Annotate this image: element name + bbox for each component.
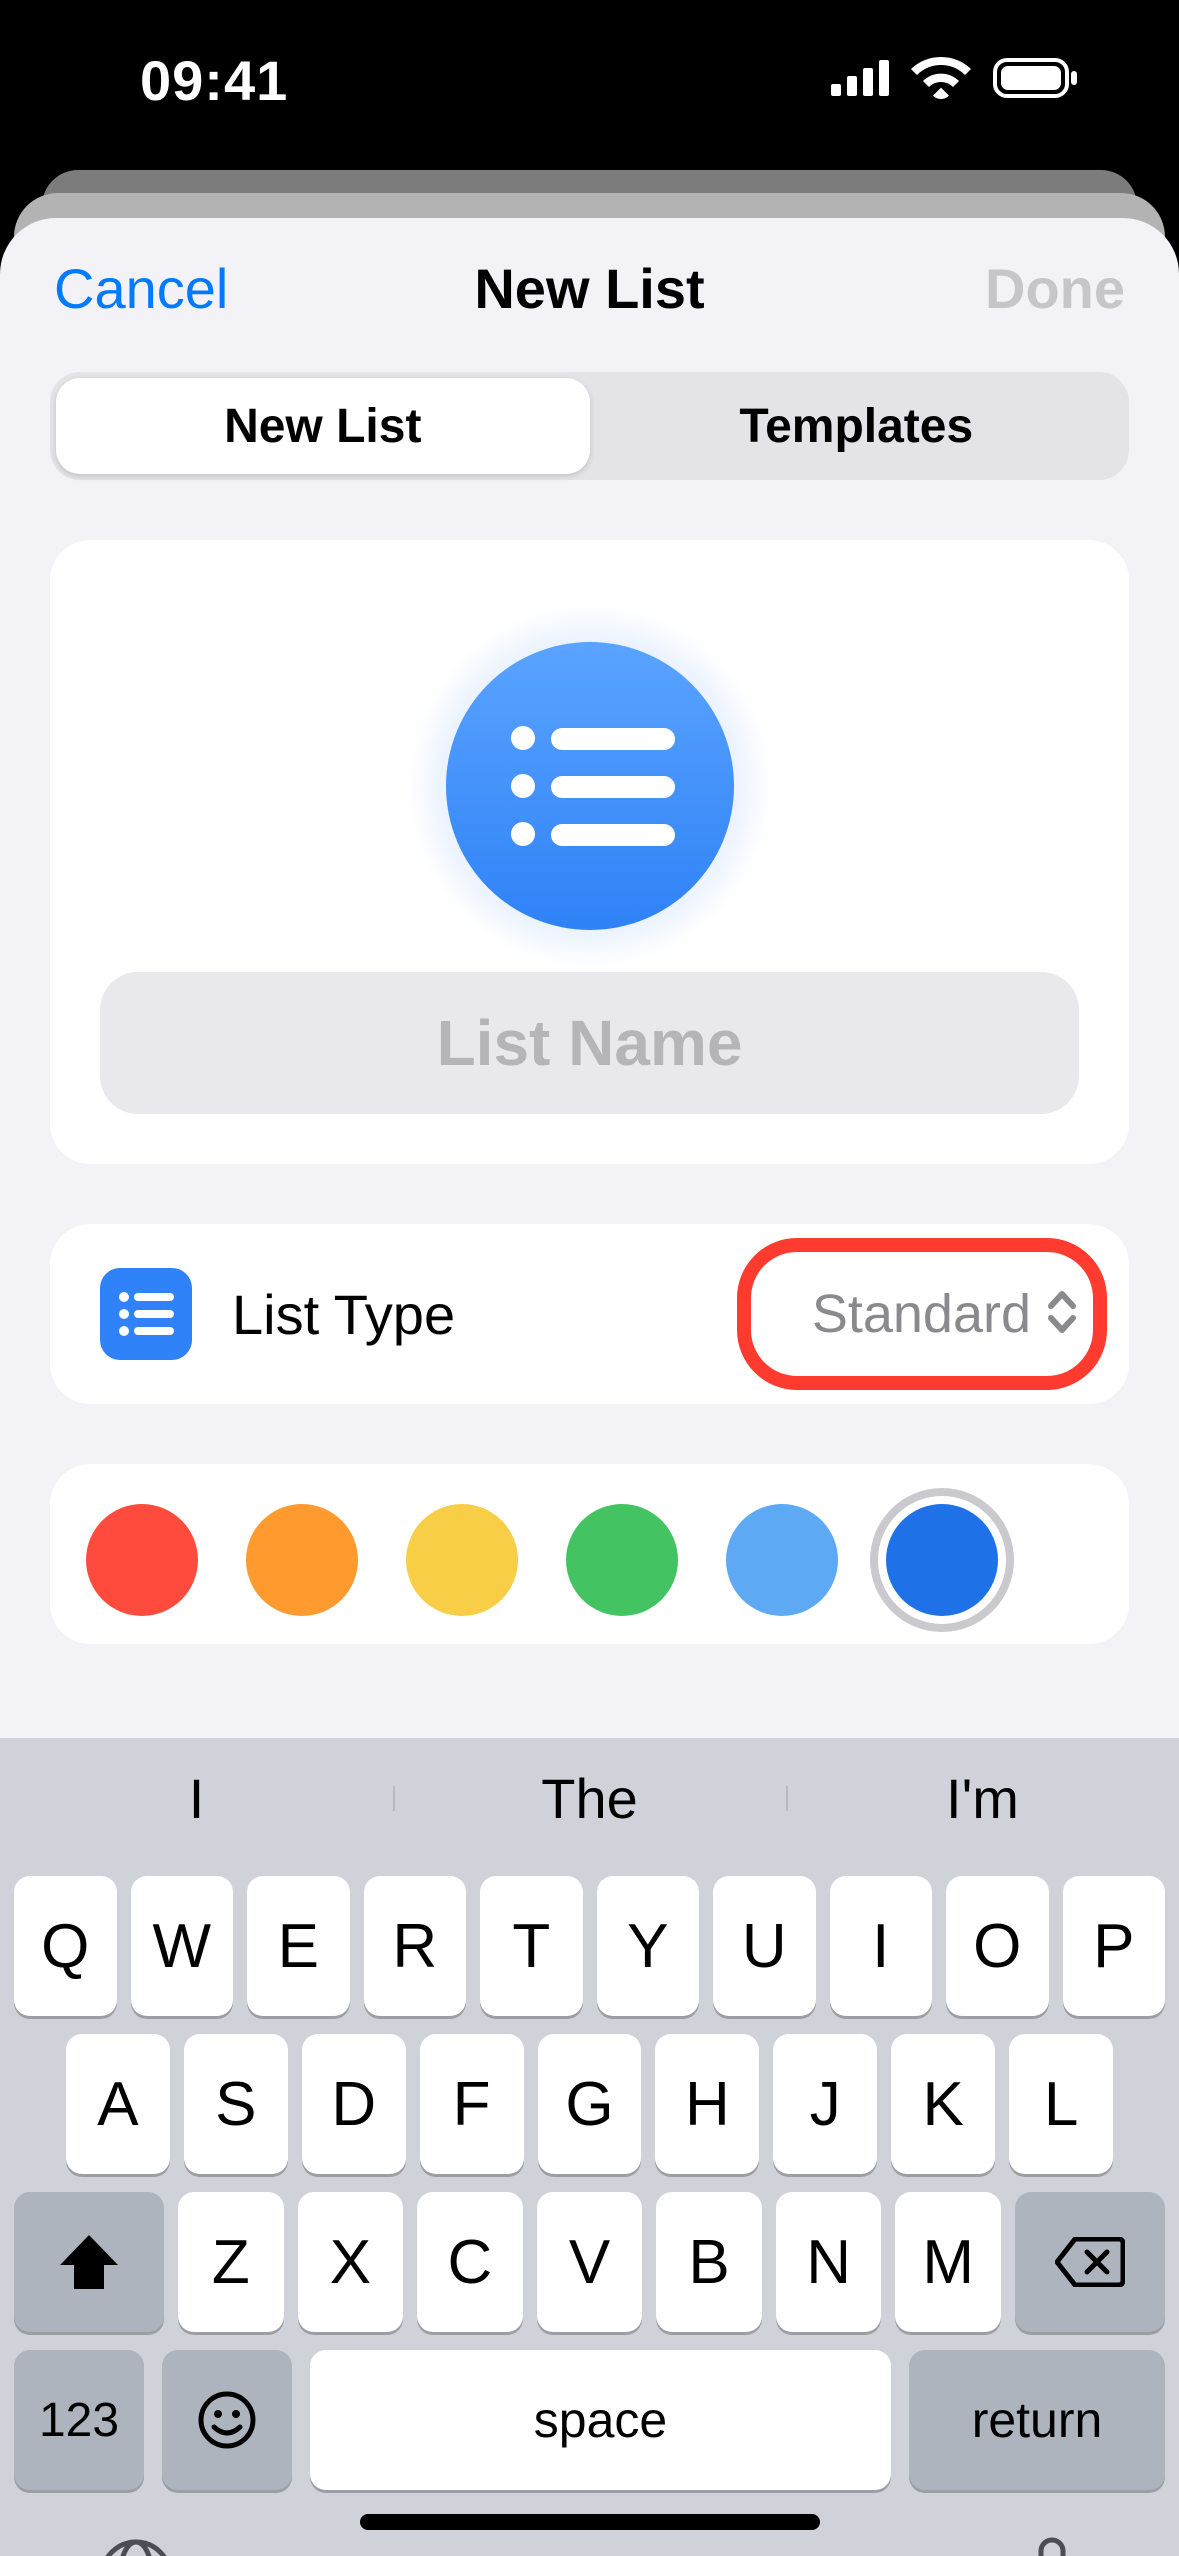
home-indicator[interactable] [360, 2514, 820, 2530]
tab-new-list[interactable]: New List [56, 378, 590, 474]
key-i[interactable]: I [830, 1876, 933, 2016]
cancel-button[interactable]: Cancel [54, 256, 228, 321]
list-type-label: List Type [232, 1282, 812, 1347]
keyboard-suggestion[interactable]: I [0, 1766, 393, 1831]
keyboard-suggestion[interactable]: I'm [786, 1766, 1179, 1831]
key-d[interactable]: D [302, 2034, 406, 2174]
key-k[interactable]: K [891, 2034, 995, 2174]
color-swatch[interactable] [886, 1504, 998, 1616]
list-type-value: Standard [812, 1283, 1031, 1345]
sheet-title: New List [474, 256, 704, 321]
list-name-input[interactable] [100, 972, 1079, 1114]
key-j[interactable]: J [773, 2034, 877, 2174]
key-h[interactable]: H [655, 2034, 759, 2174]
globe-icon[interactable] [96, 2536, 176, 2556]
done-button[interactable]: Done [985, 256, 1125, 321]
chevron-updown-icon [1045, 1288, 1079, 1341]
color-swatch[interactable] [726, 1504, 838, 1616]
key-x[interactable]: X [298, 2192, 404, 2332]
key-m[interactable]: M [895, 2192, 1001, 2332]
list-icon[interactable] [446, 642, 734, 930]
color-swatch[interactable] [86, 1504, 198, 1616]
color-swatch[interactable] [406, 1504, 518, 1616]
key-b[interactable]: B [656, 2192, 762, 2332]
key-g[interactable]: G [538, 2034, 642, 2174]
key-o[interactable]: O [946, 1876, 1049, 2016]
key-e[interactable]: E [247, 1876, 350, 2016]
wifi-icon [911, 57, 971, 104]
icon-glow [380, 600, 800, 972]
color-swatch[interactable] [566, 1504, 678, 1616]
status-time: 09:41 [140, 48, 288, 113]
key-f[interactable]: F [420, 2034, 524, 2174]
space-key[interactable]: space [310, 2350, 891, 2490]
color-swatch[interactable] [246, 1504, 358, 1616]
key-q[interactable]: Q [14, 1876, 117, 2016]
emoji-key[interactable] [162, 2350, 292, 2490]
key-v[interactable]: V [537, 2192, 643, 2332]
key-w[interactable]: W [131, 1876, 234, 2016]
key-p[interactable]: P [1063, 1876, 1166, 2016]
new-list-sheet: Cancel New List Done New List Templates … [0, 218, 1179, 2556]
sheet-header: Cancel New List Done [0, 218, 1179, 358]
return-key[interactable]: return [909, 2350, 1165, 2490]
microphone-icon[interactable] [1021, 2536, 1083, 2556]
key-n[interactable]: N [776, 2192, 882, 2332]
key-l[interactable]: L [1009, 2034, 1113, 2174]
key-y[interactable]: Y [597, 1876, 700, 2016]
key-u[interactable]: U [713, 1876, 816, 2016]
keyboard-suggestion[interactable]: The [393, 1766, 786, 1831]
tab-templates[interactable]: Templates [590, 378, 1124, 474]
list-type-picker[interactable]: Standard [812, 1283, 1079, 1345]
battery-icon [993, 58, 1079, 103]
key-a[interactable]: A [66, 2034, 170, 2174]
key-r[interactable]: R [364, 1876, 467, 2016]
key-z[interactable]: Z [178, 2192, 284, 2332]
status-bar: 09:41 [0, 0, 1179, 160]
icon-preview-card [50, 540, 1129, 1164]
cellular-icon [831, 60, 889, 101]
software-keyboard: ITheI'm QWERTYUIOP ASDFGHJKL ZXCVBNM 123… [0, 1738, 1179, 2556]
list-mode-segmented[interactable]: New List Templates [50, 372, 1129, 480]
shift-key[interactable] [14, 2192, 164, 2332]
key-c[interactable]: C [417, 2192, 523, 2332]
color-picker-row [50, 1464, 1129, 1644]
backspace-key[interactable] [1015, 2192, 1165, 2332]
list-type-row[interactable]: List Type Standard [50, 1224, 1129, 1404]
keyboard-suggestions: ITheI'm [0, 1738, 1179, 1858]
list-type-icon [100, 1268, 192, 1360]
numbers-key[interactable]: 123 [14, 2350, 144, 2490]
key-s[interactable]: S [184, 2034, 288, 2174]
key-t[interactable]: T [480, 1876, 583, 2016]
